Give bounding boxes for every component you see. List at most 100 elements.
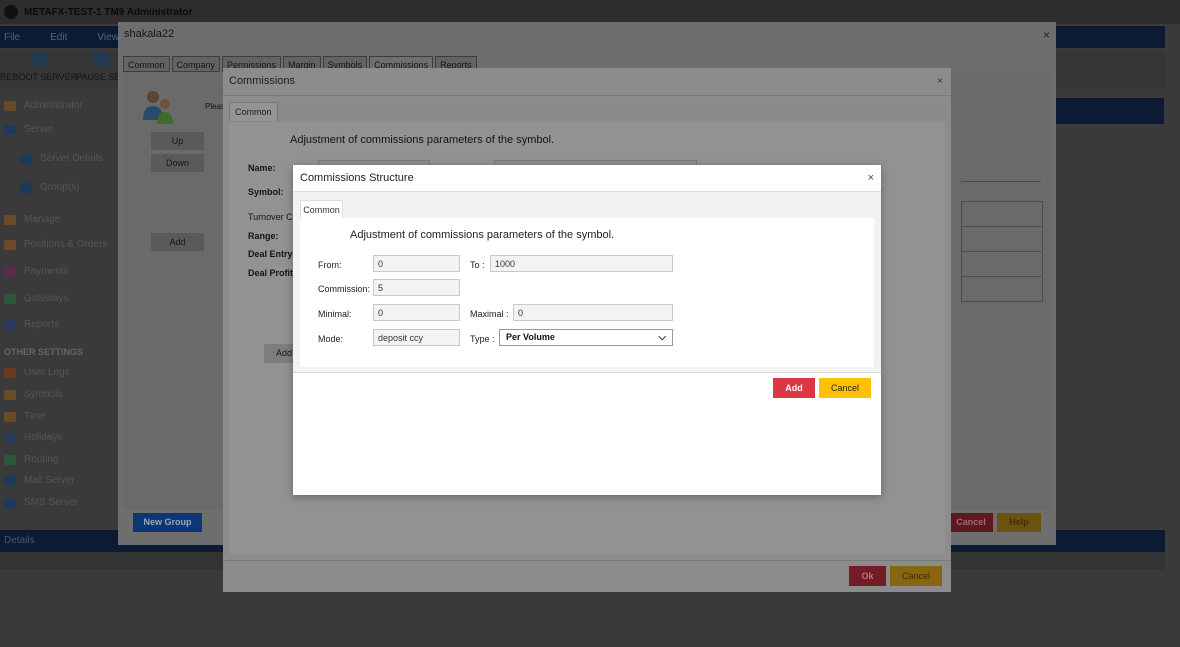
server-icon — [4, 124, 16, 135]
dialog-title: Commissions Structure — [300, 172, 414, 184]
chevron-down-icon: ⌵ — [658, 332, 666, 343]
commission-input[interactable] — [373, 279, 460, 296]
new-group-button[interactable]: New Group — [133, 513, 202, 532]
app-sidebar: Administrator Server Server Details Grou… — [0, 92, 118, 532]
mail-server-icon — [4, 475, 16, 486]
tab-common[interactable]: Common — [123, 56, 170, 72]
commissions-table — [961, 201, 1043, 302]
divider — [961, 181, 1041, 182]
sidebar-item-server-details[interactable]: Server Details — [20, 153, 103, 164]
sms-server-icon — [4, 497, 16, 508]
commission-label: Commission: — [318, 284, 371, 294]
menu-edit[interactable]: Edit — [50, 32, 67, 43]
pause-icon — [93, 52, 110, 66]
table-row[interactable] — [962, 252, 1042, 277]
sidebar-item-label: Gateways — [24, 293, 69, 304]
reboot-server-button[interactable]: REBOOT SERVER — [0, 52, 77, 82]
users-icon — [143, 91, 173, 124]
sidebar-item-gateways[interactable]: Gateways — [4, 293, 68, 304]
groups-icon — [20, 182, 32, 193]
cancel-button[interactable]: Cancel — [949, 513, 993, 532]
mode-label: Mode: — [318, 334, 344, 344]
details-label: Details — [4, 535, 35, 546]
cancel-button[interactable]: Cancel — [819, 378, 871, 398]
sidebar-item-sms-server[interactable]: SMS Server — [4, 497, 78, 508]
sidebar-item-user-logs[interactable]: User Logs — [4, 367, 70, 378]
commissions-heading: Adjustment of commissions parameters of … — [290, 134, 555, 146]
gateways-icon — [4, 293, 16, 304]
sidebar-item-routing[interactable]: Routing — [4, 454, 58, 465]
reports-icon — [4, 319, 16, 330]
help-button[interactable]: Help — [997, 513, 1041, 532]
sidebar-item-label: Manage — [24, 214, 61, 225]
administrator-icon — [4, 100, 16, 111]
sidebar-item-label: Positions & Orders — [24, 239, 108, 250]
menu-view[interactable]: View — [97, 32, 119, 43]
type-select-value: Per Volume — [506, 332, 555, 342]
sidebar-item-manage[interactable]: Manage — [4, 214, 60, 225]
type-label: Type : — [470, 334, 495, 344]
payments-icon — [4, 266, 16, 277]
manage-icon — [4, 214, 16, 225]
sidebar-item-label: Holidays — [24, 432, 63, 443]
minimal-input[interactable] — [373, 304, 460, 321]
sidebar-item-label: User Logs — [24, 367, 70, 378]
sidebar-item-server[interactable]: Server — [4, 124, 53, 135]
time-icon — [4, 411, 16, 422]
reboot-server-label: REBOOT SERVER — [0, 72, 78, 82]
sidebar-item-holidays[interactable]: Holidays — [4, 432, 62, 443]
deal-profit-label: Deal Profit: — [248, 268, 297, 278]
menu-file[interactable]: File — [4, 32, 20, 43]
sidebar-item-label: Payments — [24, 266, 69, 277]
tab-common[interactable]: Common — [229, 102, 278, 121]
server-details-icon — [20, 153, 32, 164]
close-icon[interactable]: × — [1043, 28, 1050, 42]
up-button[interactable]: Up — [151, 132, 204, 150]
to-label: To : — [470, 260, 485, 270]
close-icon[interactable]: × — [937, 76, 943, 87]
sidebar-item-label: Time — [24, 411, 46, 422]
sidebar-item-groups[interactable]: Group(s) — [20, 182, 79, 193]
sidebar-item-label: Server Details — [40, 153, 103, 164]
table-row[interactable] — [962, 202, 1042, 227]
tab-company[interactable]: Company — [171, 56, 221, 72]
sidebar-item-time[interactable]: Time — [4, 411, 46, 422]
sidebar-item-label: Group(s) — [40, 182, 80, 193]
sidebar-item-label: Routing — [24, 454, 59, 465]
table-row[interactable] — [962, 227, 1042, 252]
other-settings-heading: OTHER SETTINGS — [4, 347, 84, 357]
app-logo-icon — [4, 5, 18, 19]
positions-icon — [4, 239, 16, 250]
add-button[interactable]: Add — [151, 233, 204, 251]
app-titlebar: METAFX-TEST-1 TM9 Administrator — [0, 0, 1180, 24]
commissions-dialog-title: Commissions — [229, 75, 296, 87]
sidebar-item-reports[interactable]: Reports — [4, 319, 59, 330]
cancel-button[interactable]: Cancel — [890, 566, 942, 586]
sidebar-item-symbols[interactable]: Symbols — [4, 389, 62, 400]
down-button[interactable]: Down — [151, 154, 204, 172]
table-row[interactable] — [962, 277, 1042, 302]
to-input[interactable] — [490, 255, 673, 272]
close-icon[interactable]: × — [868, 172, 874, 184]
sidebar-item-payments[interactable]: Payments — [4, 266, 68, 277]
maximal-input[interactable] — [513, 304, 673, 321]
ok-button[interactable]: Ok — [849, 566, 886, 586]
add-button[interactable]: Add — [773, 378, 815, 398]
tab-common[interactable]: Common — [300, 200, 343, 219]
dialog-footer: Add Cancel — [293, 373, 881, 495]
header-strip — [1056, 98, 1164, 124]
sidebar-item-label: Symbols — [24, 389, 63, 400]
from-label: From: — [318, 260, 342, 270]
sidebar-item-label: SMS Server — [24, 497, 78, 508]
sidebar-item-mail-server[interactable]: Mail Server — [4, 475, 75, 486]
from-input[interactable] — [373, 255, 460, 272]
sidebar-item-administrator[interactable]: Administrator — [4, 100, 83, 111]
symbol-label: Symbol: — [248, 187, 284, 197]
dialog-header: Commissions Structure × — [293, 165, 881, 192]
sidebar-item-positions-orders[interactable]: Positions & Orders — [4, 239, 107, 250]
mode-input[interactable] — [373, 329, 460, 346]
group-dialog-title: shakala22 — [124, 28, 175, 40]
symbols-icon — [4, 389, 16, 400]
type-select[interactable]: Per Volume ⌵ — [499, 329, 673, 346]
routing-icon — [4, 454, 16, 465]
